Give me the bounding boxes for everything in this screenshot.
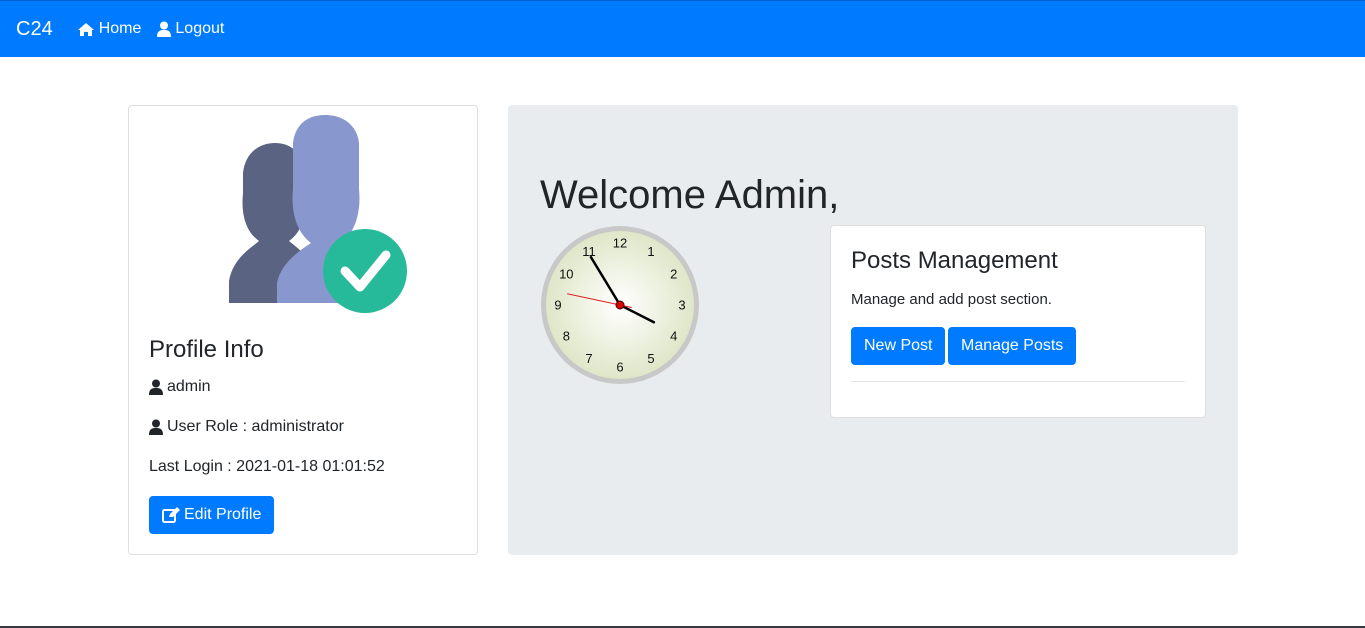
clock-number: 9 [554, 298, 561, 313]
last-login-text: Last Login : 2021-01-18 01:01:52 [149, 458, 385, 475]
clock-number: 8 [563, 329, 570, 344]
profile-username: admin [167, 378, 211, 395]
analog-clock: 121234567891011 [541, 226, 699, 384]
profile-role-row: User Role : administrator [149, 418, 344, 436]
home-icon [77, 22, 94, 36]
clock-number: 12 [613, 236, 627, 251]
posts-management-title: Posts Management [851, 247, 1058, 274]
clock-number: 4 [670, 329, 677, 344]
profile-role: User Role : administrator [167, 418, 344, 435]
clock-number: 2 [670, 267, 677, 282]
manage-posts-button[interactable]: Manage Posts [948, 327, 1077, 365]
clock-number: 3 [678, 298, 685, 313]
nav-logout-link[interactable]: Logout [157, 20, 224, 38]
edit-profile-label: Edit Profile [184, 506, 262, 523]
clock-number: 5 [647, 351, 654, 366]
clock-number: 7 [585, 351, 592, 366]
welcome-heading: Welcome Admin, [540, 173, 840, 217]
profile-username-row: admin [149, 378, 211, 396]
welcome-jumbotron: Welcome Admin, 12 1 2 3 4 5 6 7 8 9 10 11 Posts Man… [508, 105, 1238, 555]
edit-icon [162, 507, 180, 523]
user-icon [157, 21, 172, 37]
posts-divider [851, 381, 1185, 382]
profile-info-title: Profile Info [149, 336, 264, 363]
nav-home-link[interactable]: Home [77, 20, 142, 38]
clock-center-pin [615, 300, 625, 310]
user-icon [149, 379, 163, 395]
clock-number: 6 [616, 360, 623, 375]
user-icon [149, 419, 163, 435]
brand-logo[interactable]: C24 [16, 18, 53, 41]
verified-users-icon [229, 115, 407, 313]
posts-management-card: Posts Management Manage and add post sec… [830, 225, 1206, 418]
clock-number: 11 [582, 244, 596, 259]
top-navbar: C24 Home Logout [0, 0, 1365, 57]
profile-card: Profile Info admin User Role : administr… [128, 105, 478, 555]
clock-number: 10 [559, 267, 573, 282]
profile-last-login: Last Login : 2021-01-18 01:01:52 [149, 458, 385, 476]
clock-number: 1 [647, 244, 654, 259]
posts-management-description: Manage and add post section. [851, 291, 1052, 308]
nav-home-label: Home [98, 20, 142, 37]
edit-profile-button[interactable]: Edit Profile [149, 496, 275, 534]
nav-logout-label: Logout [175, 20, 225, 37]
new-post-button[interactable]: New Post [851, 327, 946, 365]
